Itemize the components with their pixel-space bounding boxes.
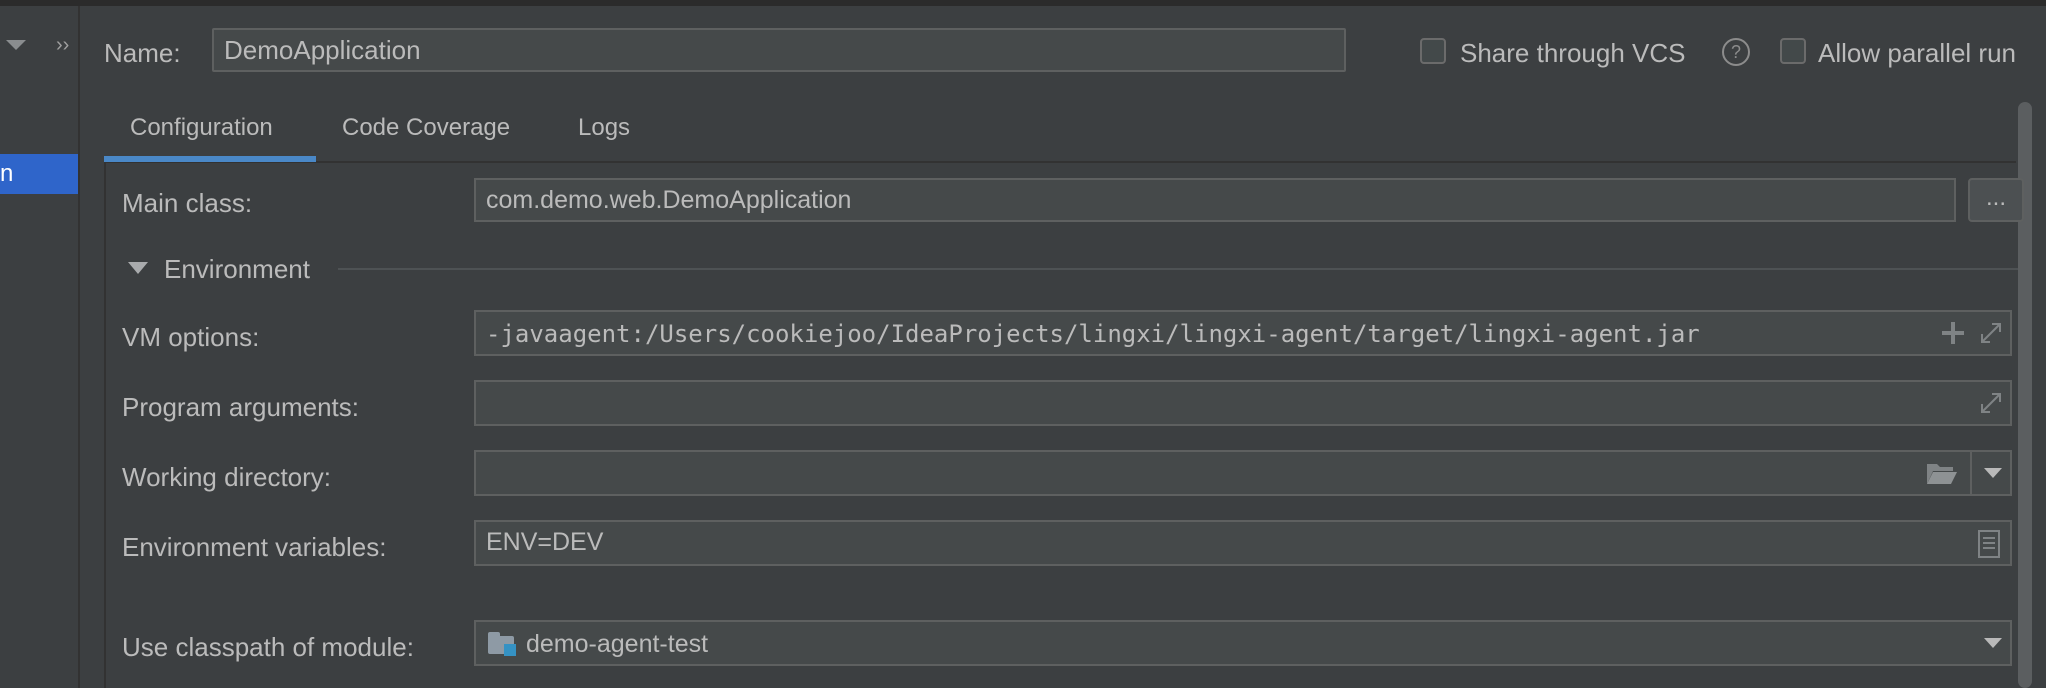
working-directory-field[interactable] (474, 450, 2012, 496)
classpath-module-value: demo-agent-test (526, 630, 709, 658)
vm-options-field[interactable]: -javaagent:/Users/cookiejoo/IdeaProjects… (474, 310, 2012, 356)
plus-icon[interactable] (1942, 322, 1964, 344)
window-top-border (0, 0, 2046, 6)
environment-variables-field[interactable]: ENV=DEV (474, 520, 2012, 566)
folder-open-icon[interactable] (1926, 460, 1958, 486)
configurations-sidebar: ›› n (0, 6, 80, 688)
tab-code-coverage-label: Code Coverage (342, 114, 511, 141)
environment-section-title[interactable]: Environment (164, 254, 310, 285)
main-class-label: Main class: (122, 188, 253, 218)
module-folder-icon (488, 632, 516, 656)
name-label: Name: (104, 38, 181, 68)
sidebar-selected-label: n (0, 160, 14, 187)
expand-icon[interactable] (1980, 392, 2002, 414)
help-icon[interactable]: ? (1722, 38, 1750, 66)
expand-icon[interactable] (1980, 322, 2002, 344)
main-class-value: com.demo.web.DemoApplication (486, 186, 852, 214)
vm-options-label: VM options: (122, 322, 260, 352)
document-icon[interactable] (1978, 530, 2000, 558)
main-class-field[interactable]: com.demo.web.DemoApplication (474, 178, 1956, 222)
program-arguments-field[interactable] (474, 380, 2012, 426)
chevron-down-icon[interactable] (6, 40, 26, 50)
browse-main-class-button[interactable]: ... (1968, 178, 2024, 222)
tab-logs-label: Logs (578, 114, 631, 141)
name-input[interactable] (212, 28, 1346, 72)
working-directory-label: Working directory: (122, 462, 332, 492)
active-tab-indicator (104, 156, 316, 162)
section-divider (338, 268, 2018, 270)
chevron-down-icon[interactable] (1984, 638, 2002, 648)
vm-options-value: -javaagent:/Users/cookiejoo/IdeaProjects… (486, 320, 1700, 348)
environment-variables-label: Environment variables: (122, 532, 387, 562)
chevron-down-icon[interactable] (128, 262, 148, 274)
more-actions-icon[interactable]: ›› (56, 34, 69, 57)
classpath-module-label: Use classpath of module: (122, 632, 414, 662)
share-vcs-checkbox[interactable] (1420, 38, 1446, 64)
environment-variables-value: ENV=DEV (486, 528, 604, 556)
tab-configuration-label: Configuration (130, 114, 273, 141)
allow-parallel-checkbox[interactable] (1780, 38, 1806, 64)
chevron-down-icon[interactable] (1984, 468, 2002, 478)
share-vcs-label: Share through VCS (1460, 38, 1686, 68)
sidebar-selected-item[interactable]: n (0, 154, 78, 194)
allow-parallel-label: Allow parallel run (1818, 38, 2016, 68)
classpath-module-select[interactable]: demo-agent-test (474, 620, 2012, 666)
program-arguments-label: Program arguments: (122, 392, 359, 422)
dropdown-separator (1970, 452, 1972, 494)
